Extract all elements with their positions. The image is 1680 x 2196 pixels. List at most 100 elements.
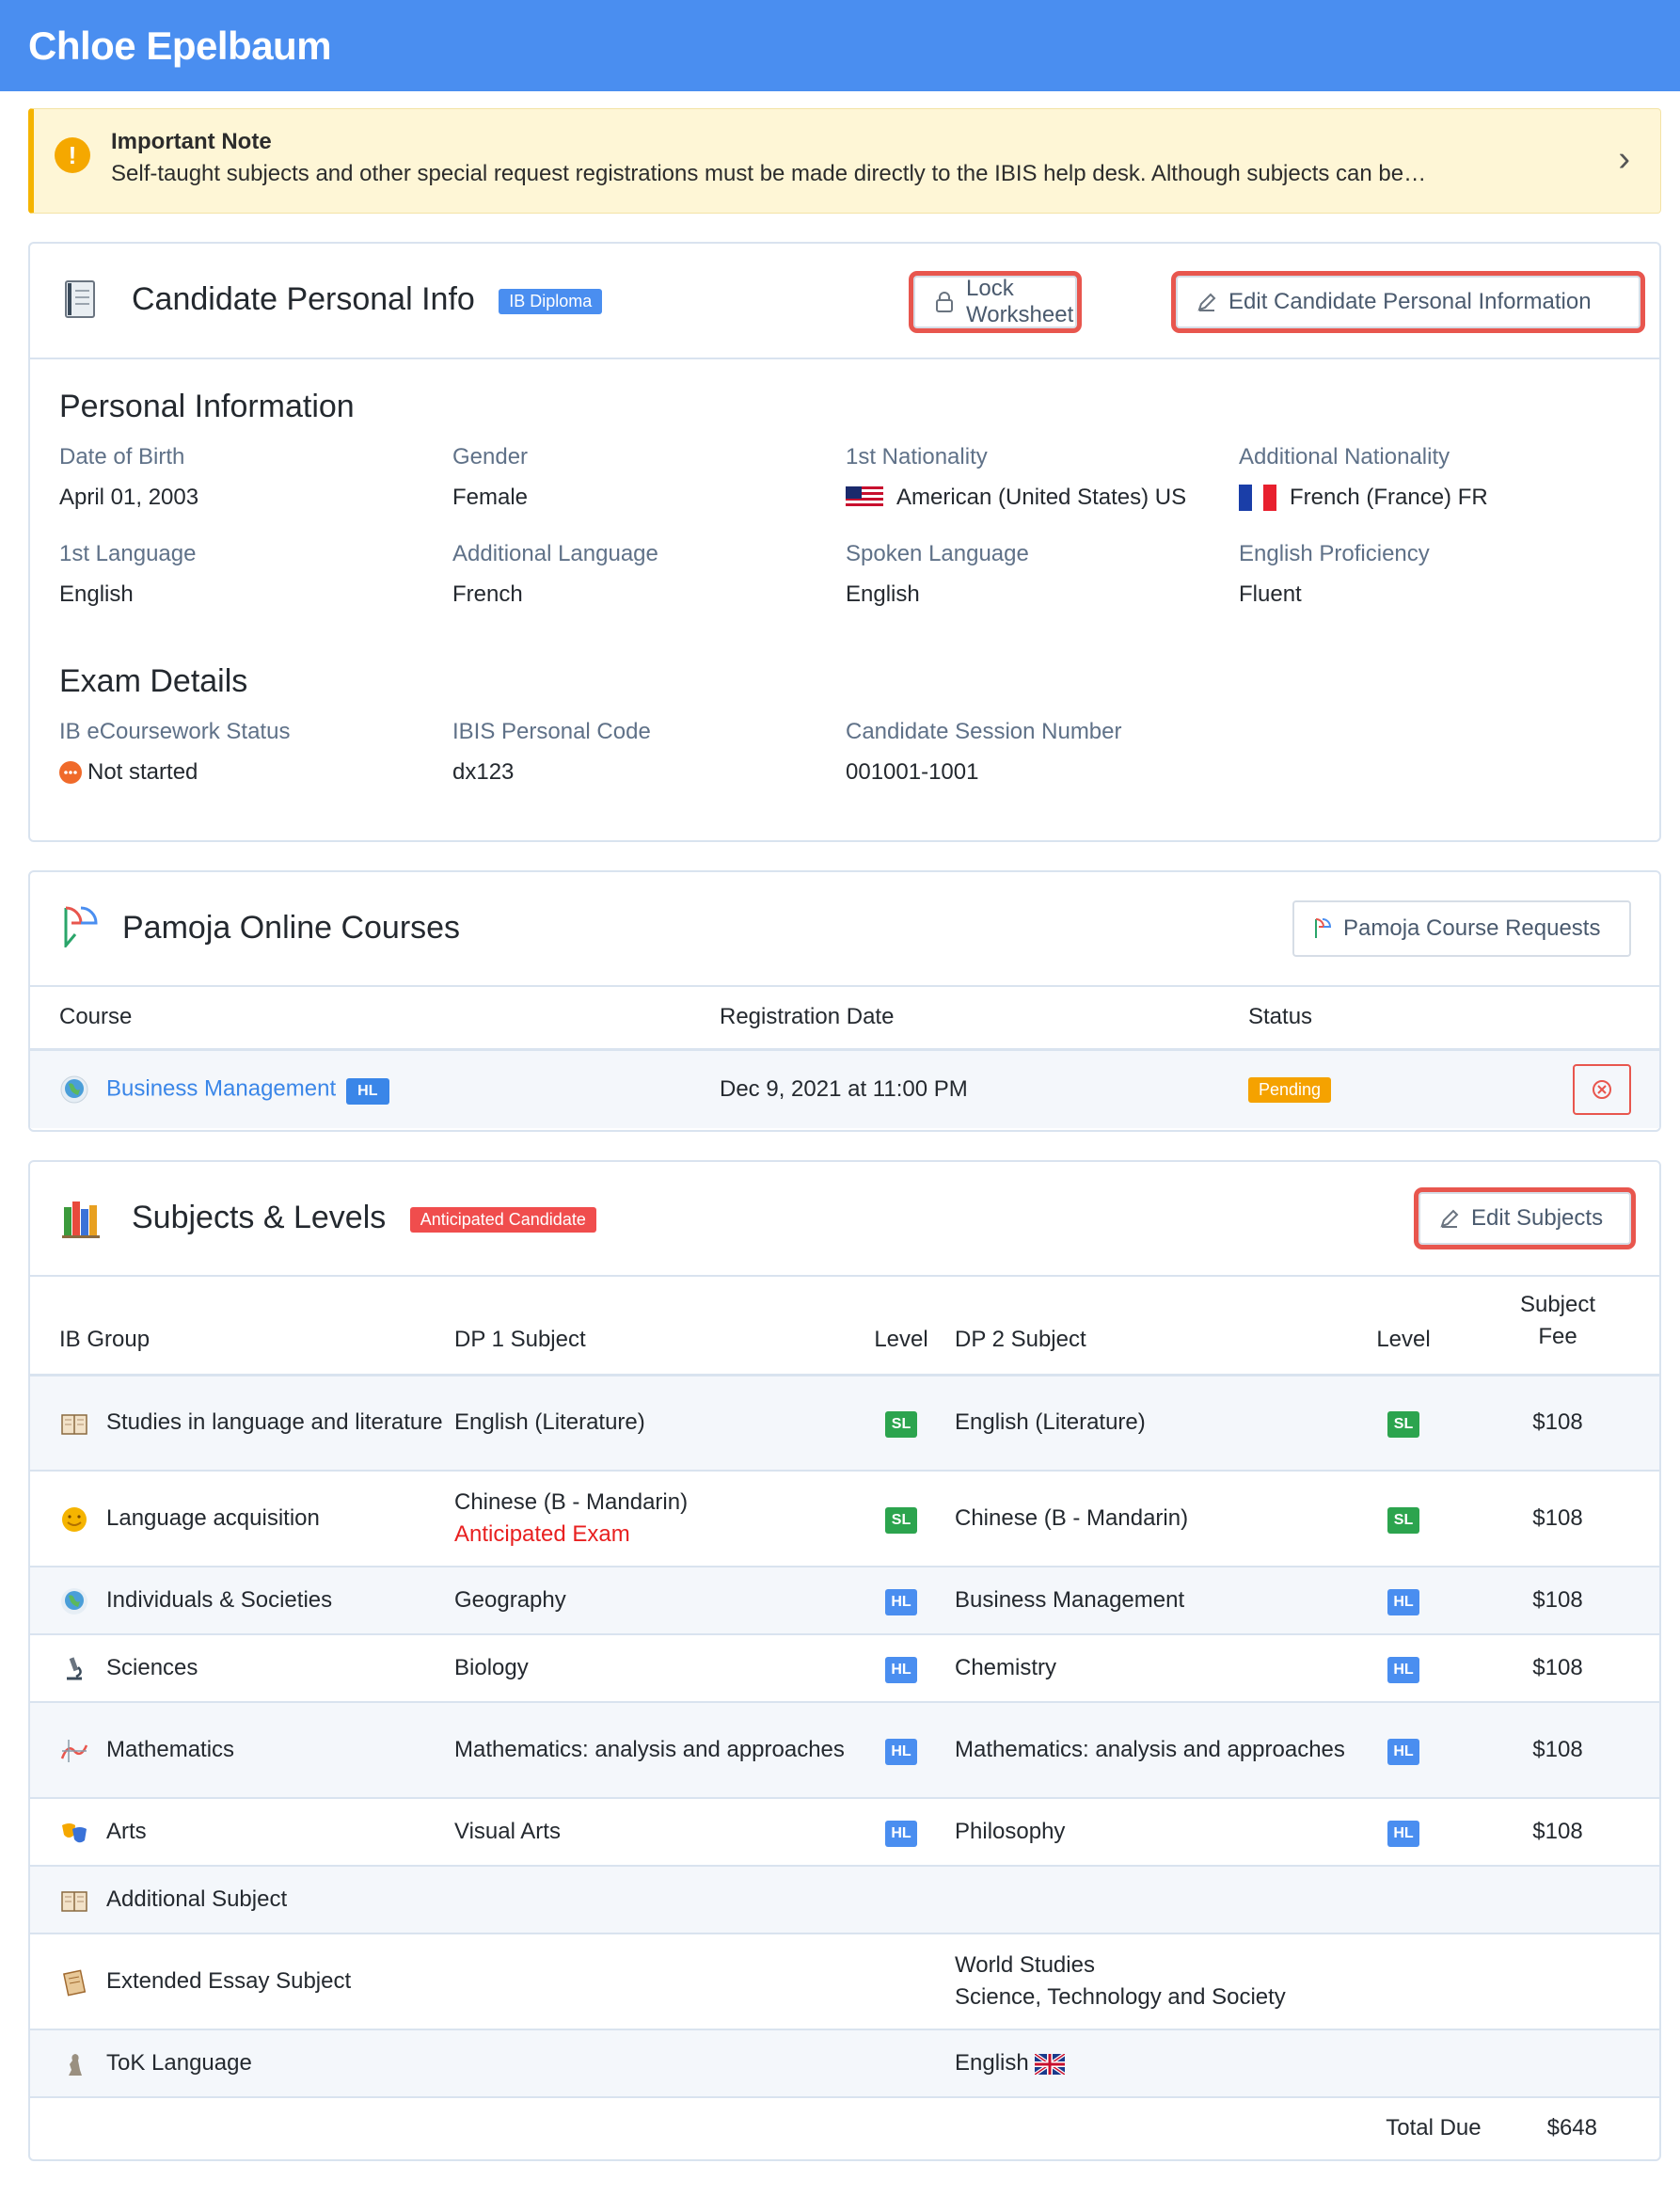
table-row: ToK Language English [30, 2029, 1659, 2097]
subject-fee-cell: $108 [1532, 1505, 1583, 1531]
level-badge: SL [885, 1410, 917, 1438]
subject-fee-cell: $108 [1532, 1819, 1583, 1844]
dp2-level-cell [1351, 2029, 1456, 2097]
field-label: IBIS Personal Code [452, 719, 651, 744]
table-row: Extended Essay Subject World Studies Scie… [30, 1933, 1659, 2029]
section-personal-information: Personal Information [59, 389, 355, 424]
field-label: Gender [452, 444, 529, 469]
chevron-right-icon[interactable]: › [1618, 141, 1630, 177]
column-header: Status [1248, 1004, 1313, 1030]
dp1-subject-cell: Geography [454, 1587, 566, 1613]
france-flag-icon [1239, 485, 1276, 511]
microscope-icon [67, 1657, 82, 1680]
dp1-level-cell: HL [848, 1702, 954, 1798]
uk-flag-icon [1034, 2052, 1067, 2077]
field-value: American (United States) US [846, 485, 1186, 511]
lock-worksheet-button[interactable]: Lock Worksheet [913, 276, 1077, 328]
level-badge: HL [885, 1588, 917, 1615]
field-label: Date of Birth [59, 444, 185, 469]
dp2-level-cell: HL [1351, 1702, 1456, 1798]
edit-subjects-button[interactable]: Edit Subjects [1418, 1192, 1631, 1245]
edit-personal-info-button[interactable]: Edit Candidate Personal Information [1176, 276, 1640, 328]
dp2-subject-cell [954, 1866, 1351, 1933]
dp1-subject-cell: Mathematics: analysis and approaches [454, 1737, 845, 1762]
important-note-banner[interactable]: ! Important Note Self-taught subjects an… [28, 108, 1661, 214]
subject-fee-cell: $108 [1532, 1409, 1583, 1436]
level-badge: HL [345, 1077, 389, 1105]
pamoja-logo-icon [1315, 918, 1332, 938]
notebook-icon [65, 280, 95, 318]
dp2-level-cell: SL [1351, 1471, 1456, 1567]
total-due-value: $648 [1546, 2115, 1597, 2140]
field-value: English [59, 581, 134, 607]
subjects-levels-card: Subjects & Levels Anticipated Candidate … [28, 1160, 1661, 2161]
dp2-level-cell: SL [1351, 1375, 1456, 1471]
dp2-subject-cell: Chinese (B - Mandarin) [955, 1505, 1189, 1531]
cancel-request-button[interactable] [1573, 1063, 1631, 1115]
edit-personal-info-label: Edit Candidate Personal Information [1228, 289, 1592, 314]
field-label: Candidate Session Number [846, 719, 1122, 744]
book-icon [61, 1414, 87, 1435]
dp1-subject-cell [453, 1933, 848, 2029]
ib-group-cell: Language acquisition [30, 1471, 453, 1567]
pamoja-course-requests-button[interactable]: Pamoja Course Requests [1292, 900, 1631, 957]
globe-icon [60, 1075, 88, 1104]
dp2-subject-cell: Mathematics: analysis and approaches [955, 1737, 1345, 1762]
table-row: Additional Subject [30, 1866, 1659, 1933]
card-title: Pamoja Online Courses [122, 910, 461, 946]
ib-group-cell: Mathematics [30, 1702, 453, 1798]
level-badge: HL [885, 1656, 917, 1683]
level-badge: HL [885, 1738, 917, 1765]
total-due-label: Total Due [1386, 2115, 1482, 2140]
lock-worksheet-label: Lock Worksheet [966, 276, 1074, 327]
field-label: English Proficiency [1239, 541, 1430, 566]
globe-icon [61, 1587, 87, 1615]
ib-group-cell: ToK Language [30, 2029, 453, 2097]
registration-date: Dec 9, 2021 at 11:00 PM [720, 1075, 968, 1102]
dp1-subject-cell [453, 1866, 848, 1933]
dp2-level-cell [1351, 1866, 1456, 1933]
dp2-subject-cell: Chemistry [955, 1655, 1057, 1680]
dp2-level-cell: HL [1351, 1798, 1456, 1866]
ib-group-cell: Individuals & Societies [30, 1567, 453, 1634]
anticipated-exam-note: Anticipated Exam [454, 1521, 630, 1547]
dp2-subject-cell: Philosophy [955, 1819, 1066, 1844]
thinker-icon [69, 2053, 82, 2076]
field-label: Spoken Language [846, 541, 1029, 566]
dp1-subject-cell: Visual Arts [454, 1819, 561, 1844]
level-badge: HL [1387, 1738, 1419, 1765]
dp1-subject-cell: English (Literature) [454, 1409, 645, 1436]
ib-group-cell: Arts [30, 1798, 453, 1866]
column-header: DP 1 Subject [454, 1326, 586, 1352]
level-badge: SL [885, 1506, 917, 1534]
status-badge: Pending [1248, 1076, 1332, 1103]
field-value: dx123 [452, 759, 515, 785]
edit-subjects-label: Edit Subjects [1471, 1205, 1604, 1231]
field-value: Fluent [1239, 581, 1302, 607]
level-badge: HL [1387, 1656, 1419, 1683]
dp2-subject-cell: English [954, 2029, 1351, 2097]
us-flag-icon [846, 486, 883, 509]
book-icon [61, 1890, 87, 1912]
ib-group-cell: Additional Subject [30, 1866, 453, 1933]
total-due: Total Due $648 [1386, 2115, 1597, 2141]
level-badge: HL [1387, 1588, 1419, 1615]
dp2-level-cell: HL [1351, 1567, 1456, 1634]
masks-icon [62, 1822, 87, 1842]
dp2-level-cell: HL [1351, 1634, 1456, 1702]
warning-icon: ! [55, 137, 90, 173]
ib-group-cell: Extended Essay Subject [30, 1933, 453, 2029]
candidate-type-badge: Anticipated Candidate [409, 1206, 596, 1233]
business-management-course-link[interactable]: Business Management [106, 1075, 336, 1101]
close-circle-icon [1593, 1079, 1611, 1099]
status-dot-icon [59, 761, 82, 784]
column-header: Level [874, 1326, 928, 1352]
field-label: 1st Language [59, 541, 197, 566]
pamoja-requests-label: Pamoja Course Requests [1343, 915, 1601, 941]
note-title: Important Note [111, 129, 272, 154]
ib-group-cell: Studies in language and literature [30, 1375, 453, 1471]
lock-icon [936, 292, 953, 312]
card-title: Candidate Personal Info [132, 281, 475, 317]
card-title: Subjects & Levels [132, 1200, 387, 1235]
table-row: Sciences Biology HL Chemistry HL $108 [30, 1634, 1659, 1702]
